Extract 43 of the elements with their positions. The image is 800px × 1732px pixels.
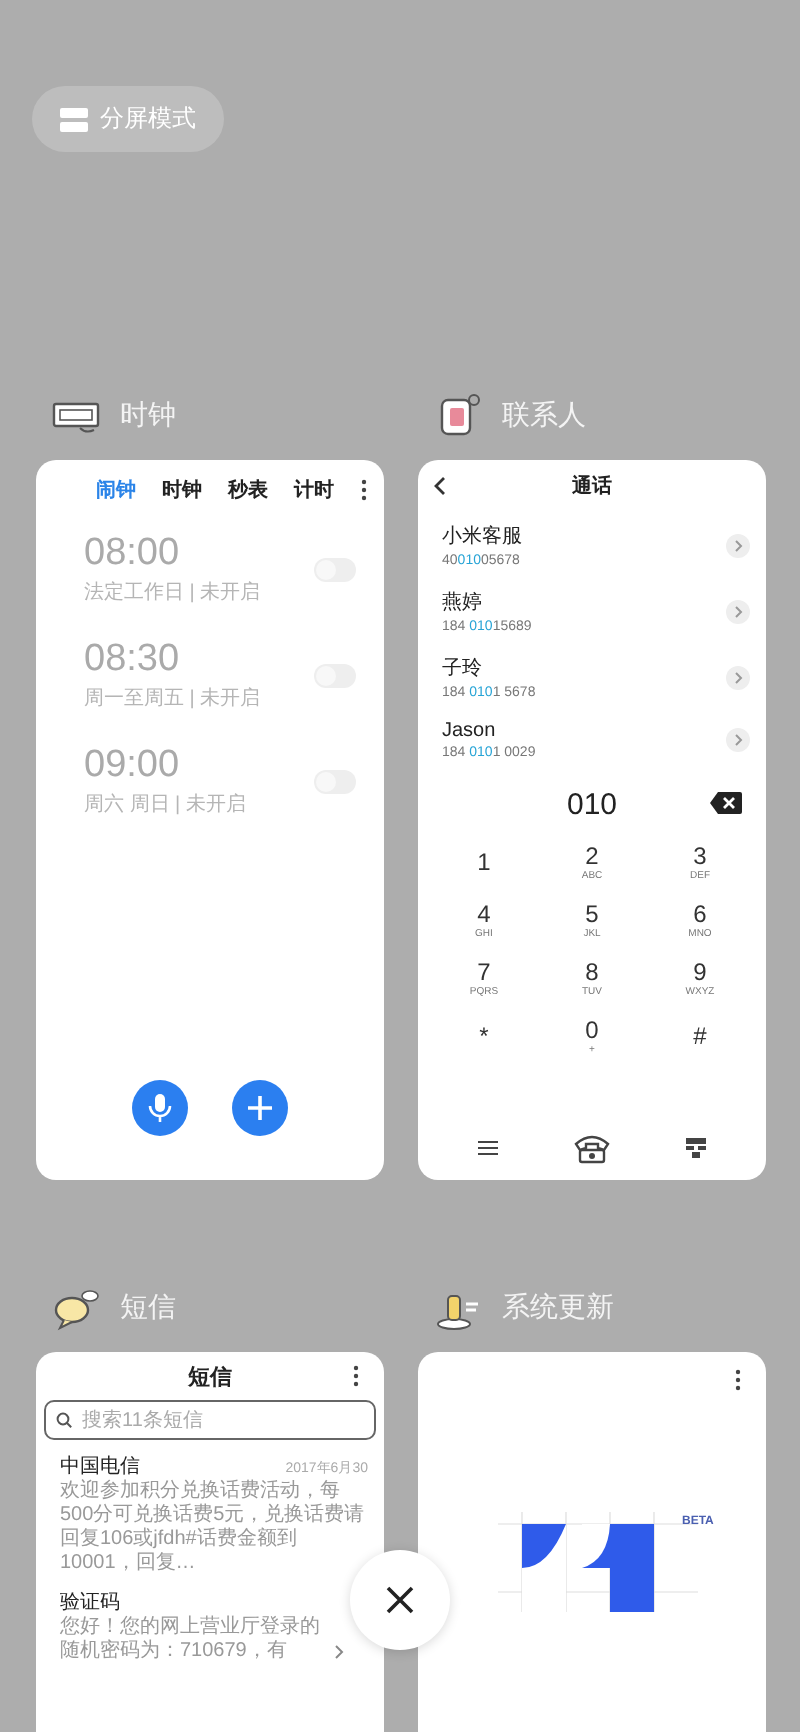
contact-name: Jason [442,720,498,742]
contact-name: 燕婷 [442,589,484,616]
app-name: 短信 [120,1290,176,1326]
add-button[interactable] [232,1080,288,1136]
close-icon [386,1586,414,1614]
phone-icon[interactable] [572,1132,612,1164]
app-name: 联系人 [502,398,586,434]
screen-title: 短信 [188,1363,232,1391]
plus-icon [248,1096,272,1120]
alarm-repeat: 周一至周五 | 未开启 [84,685,261,712]
app-preview-card[interactable]: 闹钟 时钟 秒表 计时 08:00 法定工作日 | 未开启 08:30 周一至周五 | 未开启 09:00 周六 周日 | 未开启 [36,460,384,1180]
microphone-icon [148,1094,172,1122]
tab[interactable]: 闹钟 [96,476,136,504]
menu-icon[interactable] [478,1140,498,1156]
more-icon[interactable] [360,478,368,502]
search-icon [56,1412,72,1428]
alarm-time: 09:00 [84,744,182,788]
more-icon[interactable] [352,1364,360,1388]
backspace-icon[interactable] [710,792,742,814]
tab[interactable]: 秒表 [228,476,268,504]
dial-key[interactable]: # [646,1008,754,1066]
alarm-time: 08:30 [84,638,182,682]
contact-name: 小米客服 [442,523,522,550]
voice-button[interactable] [132,1080,188,1136]
back-icon[interactable] [434,476,446,496]
tab[interactable]: 时钟 [162,476,202,504]
speech-bubble-icon [52,1284,100,1332]
dial-key[interactable]: 1 [430,834,538,892]
split-screen-icon [60,107,88,131]
alarm-repeat: 法定工作日 | 未开启 [84,579,261,606]
message-item[interactable]: 验证码 您好！您的网上营业厅登录的随机密码为：710679，有 [36,1576,344,1664]
app-name: 时钟 [120,398,176,434]
alarm-time: 08:00 [84,532,182,576]
more-icon[interactable] [734,1368,742,1392]
dial-key[interactable]: * [430,1008,538,1066]
app-name: 系统更新 [502,1290,614,1326]
alarm-repeat: 周六 周日 | 未开启 [84,791,246,818]
contact-name: 子玲 [442,656,484,682]
dialpad-icon[interactable] [686,1138,706,1158]
dialed-number: 010 [566,787,618,821]
tab[interactable]: 计时 [294,476,334,504]
screen-title: 通话 [570,473,614,500]
search-field[interactable]: 搜索11条短信 [44,1400,376,1440]
